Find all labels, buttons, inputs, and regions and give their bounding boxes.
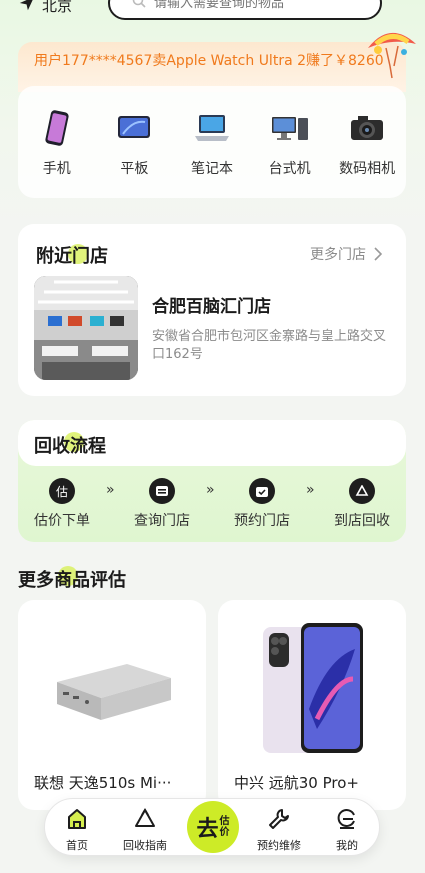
tab-recycle-guide[interactable]: 回收指南 [113, 807, 177, 853]
tab-label: 我的 [336, 839, 358, 852]
search-icon [132, 0, 146, 12]
smartphone-image [218, 614, 406, 764]
step-label: 预约门店 [234, 513, 290, 529]
product-card[interactable]: 中兴 远航30 Pro+ [218, 600, 406, 810]
tab-label: 首页 [66, 839, 88, 852]
recycle-icon [349, 478, 375, 504]
store-name[interactable]: 合肥百脑汇门店 [152, 292, 271, 317]
section-title: 更多商品评估 [18, 570, 126, 591]
process-header: 回收流程 [18, 420, 406, 466]
store-icon [149, 478, 175, 504]
product-name: 中兴 远航30 Pro+ [234, 774, 359, 792]
estimate-icon: 估 [49, 478, 75, 504]
step-book-store: 预约门店 [222, 478, 302, 530]
category-label: 台式机 [268, 161, 311, 177]
category-phone[interactable]: 手机 [22, 108, 92, 198]
camera-icon [347, 108, 387, 148]
recycle-guide-icon [135, 808, 155, 827]
laptop-icon [192, 108, 232, 148]
desktop-icon [270, 108, 310, 148]
tab-home[interactable]: 首页 [45, 807, 109, 853]
product-name: 联想 天逸510s Mi··· [34, 774, 172, 792]
tab-label: 回收指南 [123, 839, 167, 852]
category-label: 数码相机 [339, 161, 396, 177]
category-grid: 手机 平板 笔记本 台式机 数码相机 [18, 86, 406, 198]
tab-label: 预约维修 [257, 839, 301, 852]
search-bar[interactable] [108, 0, 382, 20]
arrow-icon: » [206, 482, 214, 498]
step-label: 查询门店 [134, 513, 190, 529]
category-label: 手机 [42, 161, 71, 177]
category-camera[interactable]: 数码相机 [332, 108, 402, 198]
store-address: 安徽省合肥市包河区金寨路与皇上路交叉口162号 [152, 329, 387, 362]
mini-pc-image [18, 614, 206, 764]
step-label: 估价下单 [34, 513, 90, 529]
go-estimate-sub-2: 价 [219, 827, 230, 838]
location-selector[interactable]: 北京 [18, 0, 72, 16]
product-card[interactable]: 联想 天逸510s Mi··· [18, 600, 206, 810]
balloon-icon [368, 32, 416, 79]
category-desktop[interactable]: 台式机 [255, 108, 325, 198]
profile-icon [337, 809, 355, 829]
wrench-icon [269, 809, 289, 829]
banner-text: 用户177****4567卖Apple Watch Ultra 2赚了￥8260 [34, 53, 384, 69]
step-label: 到店回收 [334, 513, 390, 529]
location-icon [18, 0, 36, 16]
nearby-store-card: 附近门店 更多门店 合肥百脑汇门店 安徽省合肥市包河区金寨路与皇上路交叉口162… [18, 224, 406, 396]
calendar-check-icon [249, 478, 275, 504]
recycle-process-card: 回收流程 估 估价下单 » 查询门店 » 预约门店 » 到店回收 [18, 420, 406, 542]
tablet-icon [114, 108, 154, 148]
bottom-tab-bar: 首页 回收指南 去 估 价 预约维修 我的 [44, 798, 380, 856]
location-label: 北京 [42, 0, 73, 15]
go-estimate-sub-1: 估 [219, 816, 230, 827]
more-stores-label: 更多门店 [310, 247, 366, 263]
tab-book-repair[interactable]: 预约维修 [247, 807, 311, 853]
category-tablet[interactable]: 平板 [99, 108, 169, 198]
category-label: 平板 [120, 161, 149, 177]
more-stores-link[interactable]: 更多门店 [310, 244, 382, 264]
section-title: 附近门店 [36, 246, 108, 267]
chevron-right-icon [374, 247, 382, 261]
step-query-store: 查询门店 [122, 478, 202, 530]
step-store-recycle: 到店回收 [322, 478, 402, 530]
recycle-notice-banner: 用户177****4567卖Apple Watch Ultra 2赚了￥8260 [18, 42, 406, 92]
search-input[interactable] [154, 0, 354, 11]
go-estimate-button[interactable]: 去 估 价 [187, 801, 239, 853]
step-estimate: 估 估价下单 [22, 478, 102, 530]
arrow-icon: » [306, 482, 314, 498]
go-estimate-sub: 估 价 [220, 816, 230, 838]
go-estimate-main: 去 [196, 817, 219, 842]
header: 北京 [0, 0, 425, 22]
category-label: 笔记本 [190, 161, 233, 177]
section-title: 回收流程 [34, 436, 106, 457]
arrow-icon: » [106, 482, 114, 498]
phone-icon [37, 108, 77, 148]
tab-profile[interactable]: 我的 [315, 807, 379, 853]
process-steps: 估 估价下单 » 查询门店 » 预约门店 » 到店回收 [18, 478, 406, 538]
category-laptop[interactable]: 笔记本 [177, 108, 247, 198]
home-icon [68, 809, 86, 829]
store-photo[interactable] [34, 276, 138, 380]
